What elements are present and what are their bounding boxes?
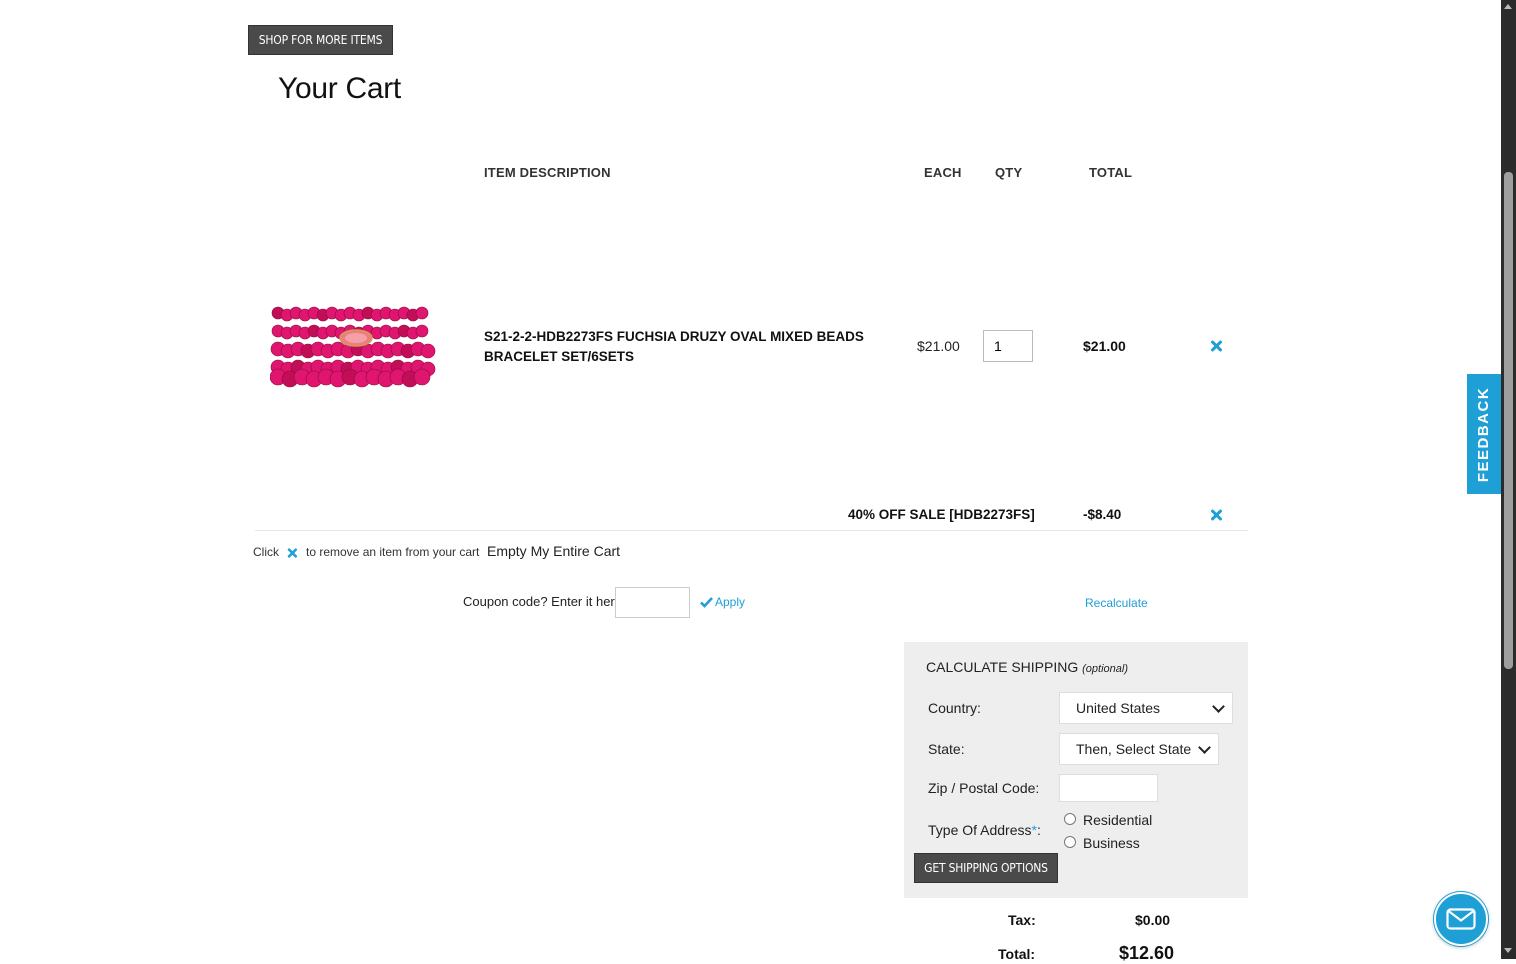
cart-page: SHOP FOR MORE ITEMS Your Cart ITEM DESCR… [0, 0, 1500, 963]
tax-label: Tax: [1008, 912, 1036, 928]
chevron-down-icon [1212, 699, 1225, 713]
feedback-label: FEEDBACK [1475, 386, 1493, 482]
total-value: $12.60 [1119, 943, 1175, 963]
item-total: $21.00 [1083, 338, 1126, 354]
scrollbar-thumb[interactable] [1504, 172, 1513, 669]
address-type-label: Type Of Address*: [928, 822, 1041, 838]
apply-coupon-link[interactable]: Apply [700, 595, 745, 609]
tax-value: $0.00 [1135, 912, 1171, 928]
discount-amount: -$8.40 [1083, 507, 1122, 522]
country-value: United States [1076, 700, 1161, 716]
country-select[interactable]: United States [1059, 692, 1233, 724]
state-label: State: [928, 741, 965, 757]
empty-cart-link[interactable]: Empty My Entire Cart [487, 543, 620, 559]
total-label: Total: [998, 946, 1036, 962]
residential-label: Residential [1083, 812, 1153, 828]
remove-item-icon[interactable] [1210, 340, 1222, 352]
coupon-input[interactable] [615, 587, 690, 618]
shipping-title: CALCULATE SHIPPING (optional) [926, 659, 1128, 675]
discount-label: 40% OFF SALE [HDB2273FS] [848, 507, 1035, 522]
header-item-description: ITEM DESCRIPTION [484, 165, 611, 180]
shop-for-more-items-button[interactable]: SHOP FOR MORE ITEMS [248, 25, 393, 55]
address-type-text: Type Of Address [928, 822, 1032, 838]
business-label: Business [1083, 835, 1140, 851]
remove-hint-icon [287, 548, 297, 558]
country-label: Country: [928, 700, 981, 716]
apply-label: Apply [715, 595, 746, 609]
business-radio[interactable] [1064, 836, 1076, 848]
item-unit-price: $21.00 [917, 338, 960, 354]
remove-hint-prefix: Click [253, 545, 279, 559]
envelope-icon [1446, 908, 1476, 930]
scroll-up-arrow-icon[interactable] [1504, 4, 1512, 9]
chevron-down-icon [1198, 740, 1211, 754]
state-value: Then, Select State [1076, 741, 1192, 757]
scroll-down-arrow-icon[interactable] [1504, 948, 1512, 953]
feedback-tab[interactable]: FEEDBACK [1467, 374, 1501, 494]
header-qty: QTY [995, 165, 1023, 180]
remove-discount-icon[interactable] [1210, 509, 1222, 521]
get-shipping-options-button[interactable]: GET SHIPPING OPTIONS [914, 853, 1058, 883]
zip-input[interactable] [1059, 774, 1158, 802]
divider [255, 530, 1248, 531]
state-select[interactable]: Then, Select State [1059, 733, 1219, 765]
header-each: EACH [924, 165, 962, 180]
item-name[interactable]: S21-2-2-HDB2273FS FUCHSIA DRUZY OVAL MIX… [484, 327, 864, 367]
chat-button[interactable] [1434, 892, 1488, 946]
quantity-input[interactable] [983, 330, 1033, 362]
remove-hint-suffix: to remove an item from your cart [306, 545, 480, 559]
coupon-label: Coupon code? Enter it here: [463, 594, 626, 609]
zip-label: Zip / Postal Code: [928, 780, 1040, 796]
shipping-title-text: CALCULATE SHIPPING [926, 659, 1079, 675]
checkmark-icon [700, 597, 713, 608]
residential-radio[interactable] [1064, 813, 1076, 825]
header-total: TOTAL [1089, 165, 1133, 180]
address-type-colon: : [1036, 822, 1041, 838]
page-title: Your Cart [278, 72, 401, 105]
recalculate-link[interactable]: Recalculate [1085, 596, 1148, 610]
shipping-optional-note: (optional) [1082, 663, 1128, 675]
beaded-bracelet-image[interactable] [270, 300, 446, 392]
